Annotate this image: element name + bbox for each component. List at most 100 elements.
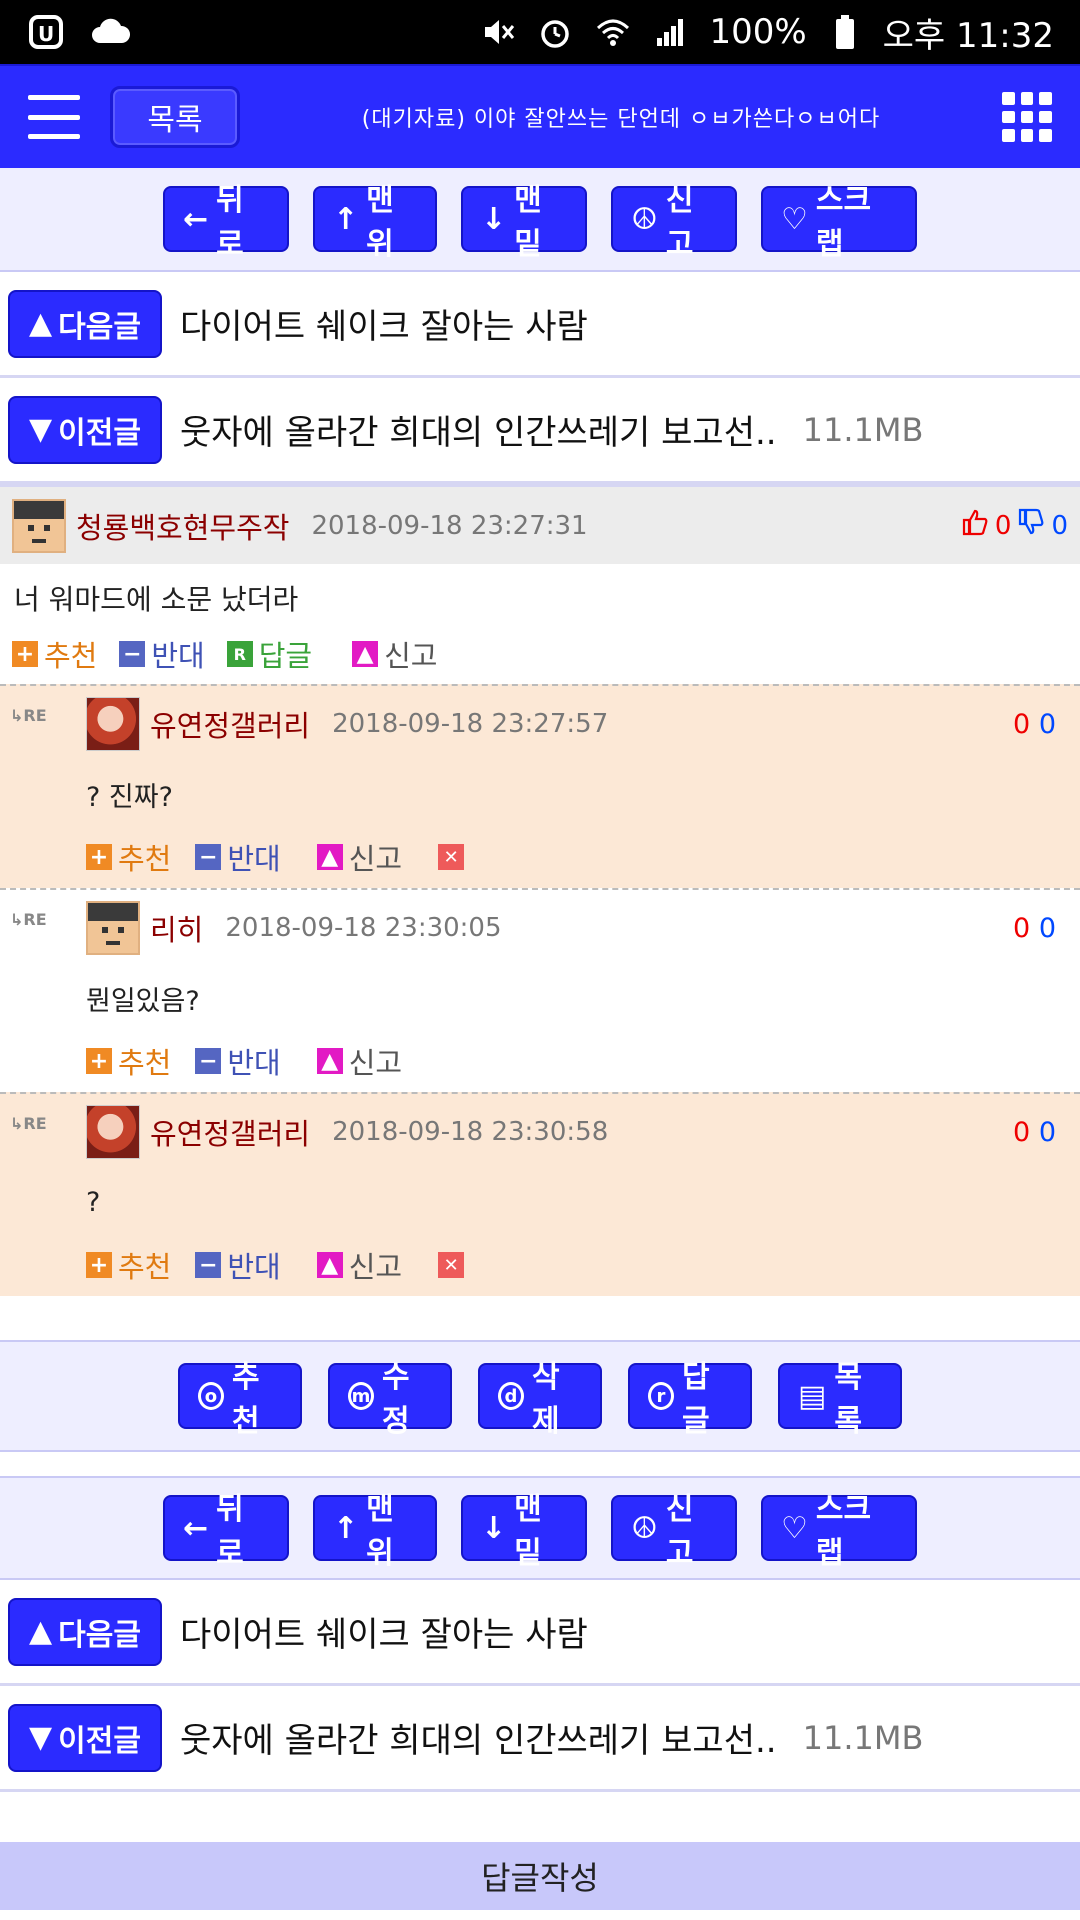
post-action-bar: o 추천 m 수정 d 삭제 r 답글 ▤ 목록 bbox=[0, 1340, 1080, 1452]
prev-post-button[interactable]: ▼ 이전글 bbox=[8, 1703, 162, 1772]
scrap-button[interactable]: ♡ 스크랩 bbox=[761, 1492, 917, 1571]
minus-icon: − bbox=[195, 1252, 222, 1278]
circle-r-icon: r bbox=[648, 1382, 674, 1410]
report-action[interactable]: ▲ 신고 bbox=[316, 1040, 402, 1082]
thumbs-down-icon[interactable] bbox=[1017, 508, 1045, 543]
avatar bbox=[86, 901, 140, 955]
spacer bbox=[0, 1452, 1080, 1476]
back-button[interactable]: ← 뒤로 bbox=[163, 1492, 289, 1571]
report-action[interactable]: ▲ 신고 bbox=[352, 633, 438, 675]
reply-date: 2018-09-18 23:30:58 bbox=[332, 1117, 609, 1147]
arrow-up-icon: ↑ bbox=[333, 1510, 359, 1546]
to-bottom-button[interactable]: ↓ 맨밑 bbox=[461, 183, 587, 262]
triangle-down-icon: ▼ bbox=[29, 1720, 53, 1755]
circle-d-icon: d bbox=[498, 1382, 524, 1410]
prev-post-title[interactable]: 웃자에 올라간 희대의 인간쓰레기 보고선.. bbox=[180, 405, 777, 454]
avatar bbox=[12, 498, 66, 553]
report-button[interactable]: ☮ 신고 bbox=[611, 1492, 737, 1571]
minus-icon: − bbox=[195, 1048, 222, 1074]
apps-grid-icon[interactable] bbox=[1002, 92, 1052, 142]
next-post-button[interactable]: ▲ 다음글 bbox=[8, 289, 162, 358]
board-title: (대기자료) 이야 잘안쓰는 단언데 ㅇㅂ가쓴다ㅇㅂ어다 bbox=[361, 107, 881, 132]
delete-x-icon[interactable]: ✕ bbox=[438, 1252, 465, 1278]
scrap-button[interactable]: ♡ 스크랩 bbox=[761, 183, 917, 262]
siren-icon: ▲ bbox=[316, 844, 343, 870]
report-action[interactable]: ▲ 신고 bbox=[316, 1244, 402, 1286]
reply-actions: + 추천 − 반대 ▲ 신고 bbox=[86, 1030, 1080, 1092]
oppose-action[interactable]: − 반대 bbox=[119, 633, 205, 675]
battery-percent: 100% bbox=[709, 12, 807, 52]
next-post-title[interactable]: 다이어트 쉐이크 잘아는 사람 bbox=[180, 1607, 588, 1656]
write-reply-button[interactable]: 답글작성 bbox=[0, 1842, 1080, 1910]
thumbs-up-icon[interactable] bbox=[961, 508, 989, 543]
svg-text:U: U bbox=[38, 22, 54, 46]
recommend-action[interactable]: + 추천 bbox=[12, 633, 97, 675]
reply-author[interactable]: 유연정갤러리 bbox=[150, 703, 310, 745]
reply-action[interactable]: R 답글 bbox=[226, 633, 312, 675]
re-arrow-icon: ↳RE bbox=[10, 910, 47, 929]
reply-votes: 0 0 bbox=[1013, 912, 1056, 944]
to-top-button[interactable]: ↑ 맨위 bbox=[313, 183, 437, 262]
list-post-button[interactable]: ▤ 목록 bbox=[778, 1360, 902, 1439]
to-bottom-button[interactable]: ↓ 맨밑 bbox=[461, 1492, 587, 1571]
spacer bbox=[0, 1296, 1080, 1340]
arrow-left-icon: ← bbox=[183, 1510, 209, 1546]
recommend-action[interactable]: + 추천 bbox=[86, 1244, 171, 1286]
comment-votes: 0 0 bbox=[961, 508, 1068, 543]
prev-post-size: 11.1MB bbox=[802, 1718, 924, 1757]
oppose-action[interactable]: − 반대 bbox=[195, 1244, 281, 1286]
recommend-action[interactable]: + 추천 bbox=[86, 1040, 171, 1082]
next-post-row[interactable]: ▲ 다음글 다이어트 쉐이크 잘아는 사람 bbox=[0, 1580, 1080, 1686]
post-toolbar-top: ← 뒤로 ↑ 맨위 ↓ 맨밑 ☮ 신고 ♡ 스크랩 bbox=[0, 168, 1080, 272]
arrow-up-icon: ↑ bbox=[333, 201, 359, 237]
reply-post-button[interactable]: r 답글 bbox=[628, 1360, 752, 1439]
triangle-down-icon: ▼ bbox=[29, 412, 53, 447]
to-top-button[interactable]: ↑ 맨위 bbox=[313, 1492, 437, 1571]
oppose-action[interactable]: − 반대 bbox=[195, 836, 281, 878]
report-action[interactable]: ▲ 신고 bbox=[316, 836, 402, 878]
prev-post-title[interactable]: 웃자에 올라간 희대의 인간쓰레기 보고선.. bbox=[180, 1713, 777, 1762]
screen: U 100% 오후 11:32 목록 (대기자료) 이야 잘안쓰는 단언데 ㅇㅂ… bbox=[0, 0, 1080, 1920]
comment-author[interactable]: 청룡백호현무주작 bbox=[76, 505, 289, 547]
alarm-icon bbox=[535, 12, 575, 52]
reply-author[interactable]: 유연정갤러리 bbox=[150, 1111, 310, 1153]
reply-votes: 0 0 bbox=[1013, 708, 1056, 740]
oppose-action[interactable]: − 반대 bbox=[195, 1040, 281, 1082]
reply-author[interactable]: 리히 bbox=[150, 907, 203, 949]
reply-body: 뭔일있음? bbox=[86, 985, 200, 1017]
circle-m-icon: m bbox=[348, 1382, 374, 1410]
next-post-button[interactable]: ▲ 다음글 bbox=[8, 1597, 162, 1666]
prev-post-row[interactable]: ▼ 이전글 웃자에 올라간 희대의 인간쓰레기 보고선.. 11.1MB bbox=[0, 1686, 1080, 1792]
comment-header: 청룡백호현무주작 2018-09-18 23:27:31 0 0 bbox=[0, 484, 1080, 564]
arrow-down-icon: ↓ bbox=[481, 1510, 507, 1546]
comment-actions: + 추천 − 반대 R 답글 ▲ 신고 bbox=[0, 624, 1080, 684]
plus-icon: + bbox=[86, 1252, 112, 1278]
minus-icon: − bbox=[195, 844, 222, 870]
delete-x-icon[interactable]: ✕ bbox=[438, 844, 465, 870]
reply-actions: + 추천 − 반대 ▲ 신고 ✕ bbox=[86, 1234, 1080, 1296]
edit-post-button[interactable]: m 수정 bbox=[328, 1360, 452, 1439]
recommend-action[interactable]: + 추천 bbox=[86, 836, 171, 878]
recommend-post-button[interactable]: o 추천 bbox=[178, 1360, 302, 1439]
heart-icon: ♡ bbox=[781, 201, 808, 237]
next-post-row[interactable]: ▲ 다음글 다이어트 쉐이크 잘아는 사람 bbox=[0, 272, 1080, 378]
report-button[interactable]: ☮ 신고 bbox=[611, 183, 737, 262]
minus-icon: − bbox=[119, 641, 146, 667]
wifi-icon bbox=[593, 12, 633, 52]
arrow-down-icon: ↓ bbox=[481, 201, 507, 237]
prev-post-row[interactable]: ▼ 이전글 웃자에 올라간 희대의 인간쓰레기 보고선.. 11.1MB bbox=[0, 378, 1080, 484]
prev-post-button[interactable]: ▼ 이전글 bbox=[8, 395, 162, 464]
reply-item: ↳RE 유연정갤러리 2018-09-18 23:27:57 0 0 ? 진짜?… bbox=[0, 684, 1080, 888]
reply-item: ↳RE 유연정갤러리 2018-09-18 23:30:58 0 0 ? + 추천… bbox=[0, 1092, 1080, 1296]
list-icon: ▤ bbox=[798, 1378, 827, 1414]
reply-body: ? bbox=[86, 1186, 101, 1218]
reply-date: 2018-09-18 23:30:05 bbox=[225, 913, 502, 943]
hamburger-menu-icon[interactable] bbox=[28, 95, 80, 139]
list-button[interactable]: 목록 bbox=[110, 86, 240, 148]
back-button[interactable]: ← 뒤로 bbox=[163, 183, 289, 262]
reply-item: ↳RE 리히 2018-09-18 23:30:05 0 0 뭔일있음? + 추천… bbox=[0, 888, 1080, 1092]
next-post-title[interactable]: 다이어트 쉐이크 잘아는 사람 bbox=[180, 299, 588, 348]
delete-post-button[interactable]: d 삭제 bbox=[478, 1360, 602, 1439]
reply-date: 2018-09-18 23:27:57 bbox=[332, 709, 609, 739]
re-arrow-icon: ↳RE bbox=[10, 706, 47, 725]
